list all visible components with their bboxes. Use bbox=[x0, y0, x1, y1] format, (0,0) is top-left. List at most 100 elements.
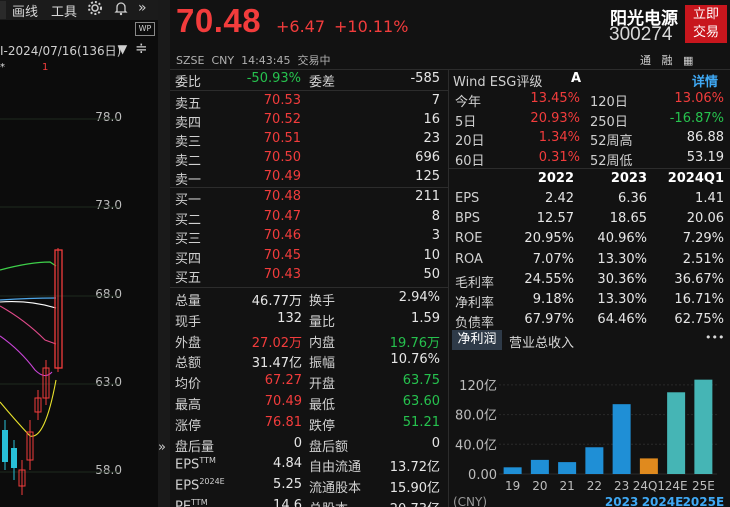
stat-row: 总额 31.47亿 振幅 10.76% bbox=[170, 351, 448, 371]
bar-x-tick: 20 bbox=[532, 479, 547, 493]
financial-year: 2022 bbox=[537, 171, 574, 186]
stat-label: 均价 bbox=[175, 373, 201, 392]
panel-splitter[interactable]: » bbox=[158, 0, 170, 507]
stat-label-2: 流通股本 bbox=[309, 481, 362, 497]
return-value: 1.34% bbox=[538, 130, 580, 145]
stat-label: EPS2024E bbox=[175, 477, 225, 493]
bid-volume: 50 bbox=[423, 267, 440, 282]
bid-row: 买一 70.48 211 bbox=[170, 188, 448, 208]
return-row: 5日 20.93% 250日 -16.87% bbox=[449, 110, 730, 130]
stat-label: 最高 bbox=[175, 394, 201, 413]
esg-label: Wind ESG评级 bbox=[453, 75, 543, 90]
stat-label-text: 均价 bbox=[175, 377, 202, 393]
esg-detail-link[interactable]: 详情 bbox=[692, 71, 718, 90]
financial-row: ROA 7.07% 13.30% 2.51% bbox=[449, 251, 730, 271]
return-row: 今年 13.45% 120日 13.06% bbox=[449, 90, 730, 110]
ask-price: 70.53 bbox=[263, 93, 301, 108]
grid-icon[interactable]: ▦ bbox=[683, 54, 693, 67]
financial-value: 20.95% bbox=[524, 231, 574, 247]
stat-row: PETTM 14.6 总股本 20.73亿 bbox=[170, 497, 448, 507]
financial-label: 净利率 bbox=[455, 296, 495, 311]
stat-label-text: 盘后量 bbox=[175, 439, 215, 455]
financial-year: 2023 bbox=[610, 171, 647, 186]
commission-ratio-row: 委比 -50.93% 委差 -585 bbox=[170, 70, 448, 90]
financial-value: 40.96% bbox=[597, 231, 647, 247]
ask-price: 70.49 bbox=[263, 169, 301, 184]
financial-value: 7.07% bbox=[532, 251, 574, 267]
bar-unit-label: (CNY) bbox=[453, 495, 487, 507]
stat-label-2: 量比 bbox=[309, 314, 336, 330]
stat-value: 5.25 bbox=[273, 477, 302, 493]
stat-row: 涨停 76.81 跌停 51.21 bbox=[170, 414, 448, 434]
bid-label: 买二 bbox=[175, 212, 202, 228]
expand-chevron-icon[interactable]: » bbox=[158, 440, 166, 455]
stat-label: 总额 bbox=[175, 352, 201, 371]
stat-value-2: 0 bbox=[431, 435, 440, 451]
tong-icon[interactable]: 通 bbox=[640, 54, 651, 67]
ask-label: 卖二 bbox=[175, 154, 202, 169]
bid-volume: 211 bbox=[415, 189, 440, 204]
financial-value: 7.29% bbox=[682, 231, 724, 247]
stat-label-2: 最低 bbox=[309, 398, 336, 413]
return-value: 20.93% bbox=[530, 110, 580, 126]
price-change: +6.47 bbox=[276, 17, 326, 36]
financial-label: EPS bbox=[455, 191, 480, 206]
return-label: 5日 bbox=[455, 114, 477, 130]
return-value: 0.31% bbox=[538, 149, 580, 165]
stat-label: EPSTTM bbox=[175, 456, 216, 472]
financial-value: 64.46% bbox=[597, 312, 647, 328]
bar-group-label: 2023 bbox=[605, 495, 638, 507]
ask-row: 卖三 70.51 23 bbox=[170, 130, 448, 150]
return-label: 20日 bbox=[455, 134, 485, 149]
divider bbox=[170, 90, 448, 91]
stat-value: 67.27 bbox=[264, 373, 302, 389]
bid-row: 买三 70.46 3 bbox=[170, 227, 448, 247]
ask-label: 卖五 bbox=[175, 97, 202, 112]
stat-label-2: 振幅 bbox=[309, 356, 336, 372]
stat-value-2: 20.73亿 bbox=[390, 498, 440, 507]
financials-header: 2022 2023 2024Q1 bbox=[449, 170, 730, 190]
financial-value: 16.71% bbox=[674, 292, 724, 307]
return-label: 60日 bbox=[455, 153, 485, 169]
stat-value: 27.02万 bbox=[251, 335, 302, 351]
candle-body bbox=[2, 430, 8, 462]
kline-plot[interactable] bbox=[0, 0, 158, 507]
return-label-2: 52周低 bbox=[590, 153, 633, 169]
stat-label-2: 内盘 bbox=[309, 335, 336, 351]
quote-tool-icons: 通 融 ▦ bbox=[640, 52, 693, 68]
stat-value-2: 2.94% bbox=[398, 290, 440, 305]
stat-label-2: 开盘 bbox=[309, 377, 336, 393]
ask-row: 卖一 70.49 125 bbox=[170, 168, 448, 188]
kline-chart-panel[interactable]: 画线 工具 » WP I-2024/07/16(136日) ▼ ≑ * 1 78… bbox=[0, 0, 158, 507]
trade-now-button[interactable]: 立即 交易 bbox=[685, 5, 727, 43]
bid-row: 买五 70.43 50 bbox=[170, 266, 448, 286]
financial-value: 13.30% bbox=[597, 292, 647, 307]
commission-ratio-label: 委比 bbox=[175, 75, 202, 90]
return-value-2: 13.06% bbox=[674, 91, 724, 106]
bid-volume: 10 bbox=[423, 247, 440, 263]
bar-mark bbox=[639, 458, 658, 474]
bar-mark bbox=[585, 447, 604, 474]
currency: CNY bbox=[211, 54, 235, 67]
commission-diff-label: 委差 bbox=[309, 75, 336, 90]
stat-row: 现手 132 量比 1.59 bbox=[170, 310, 448, 330]
bar-x-tick: 23 bbox=[614, 479, 629, 493]
tab-total-revenue[interactable]: 营业总收入 bbox=[509, 332, 574, 351]
return-row: 60日 0.31% 52周低 53.19 bbox=[449, 149, 730, 169]
bar-x-tick: 25E bbox=[692, 479, 715, 493]
bid-volume: 3 bbox=[431, 228, 440, 243]
tab-net-profit[interactable]: 净利润 bbox=[452, 330, 502, 350]
bid-volume: 8 bbox=[431, 208, 440, 224]
stat-value: 70.49 bbox=[264, 394, 302, 409]
stat-value: 0 bbox=[293, 435, 302, 451]
return-label-2: 52周高 bbox=[590, 134, 633, 149]
stat-row: 均价 67.27 开盘 63.75 bbox=[170, 372, 448, 392]
more-icon[interactable]: ••• bbox=[705, 331, 724, 344]
stat-label-2: 换手 bbox=[309, 294, 336, 309]
stat-value: 4.84 bbox=[273, 456, 302, 472]
ask-row: 卖二 70.50 696 bbox=[170, 149, 448, 169]
return-value-2: 86.88 bbox=[686, 130, 724, 145]
bar-y-tick: 0.00 bbox=[468, 468, 497, 483]
last-price: 70.48 bbox=[176, 2, 262, 39]
rong-icon[interactable]: 融 bbox=[662, 54, 673, 67]
